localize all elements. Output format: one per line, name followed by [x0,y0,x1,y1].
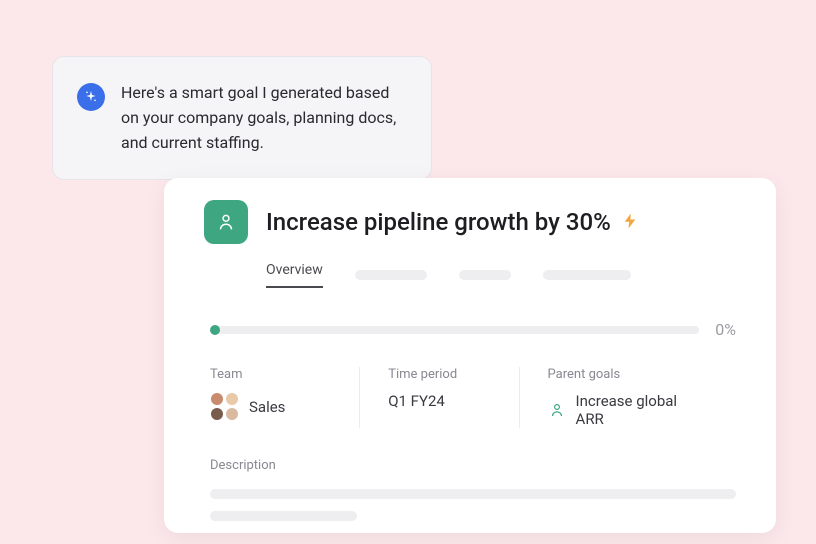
progress-section: 0% [164,288,776,339]
tabs: Overview [164,244,776,288]
goal-header: Increase pipeline growth by 30% [164,200,776,244]
progress-fill [210,325,220,335]
tab-overview[interactable]: Overview [266,262,323,288]
team-avatars [210,392,239,421]
description-section: Description [164,428,776,521]
ai-suggestion-card: Here's a smart goal I generated based on… [52,56,432,180]
goal-title-text: Increase pipeline growth by 30% [266,208,611,236]
progress-bar[interactable] [210,326,699,334]
description-placeholder [210,489,736,499]
goal-title: Increase pipeline growth by 30% [266,208,639,236]
lightning-icon [621,208,639,236]
meta-team-value[interactable]: Sales [210,392,331,421]
goal-card: Increase pipeline growth by 30% Overview… [164,178,776,533]
progress-percent: 0% [715,320,736,339]
tab-placeholder [459,270,511,280]
meta-row: Team Sales Time period Q1 FY24 Parent go… [164,339,776,428]
meta-parent-label: Parent goals [548,367,708,382]
meta-team-label: Team [210,367,331,382]
meta-time-period: Time period Q1 FY24 [359,367,518,428]
meta-parent-value[interactable]: Increase global ARR [548,392,708,428]
sparkle-icon [77,83,105,111]
goal-type-icon [204,200,248,244]
ai-suggestion-text: Here's a smart goal I generated based on… [121,81,407,155]
description-placeholder [210,511,357,521]
meta-time-label: Time period [388,367,490,382]
tab-placeholder [543,270,631,280]
meta-parent-goals: Parent goals Increase global ARR [519,367,736,428]
tab-placeholder [355,270,427,280]
meta-team: Team Sales [210,367,359,428]
team-name: Sales [249,398,285,416]
meta-time-value[interactable]: Q1 FY24 [388,392,490,410]
description-label: Description [210,458,736,473]
person-icon [548,401,566,419]
